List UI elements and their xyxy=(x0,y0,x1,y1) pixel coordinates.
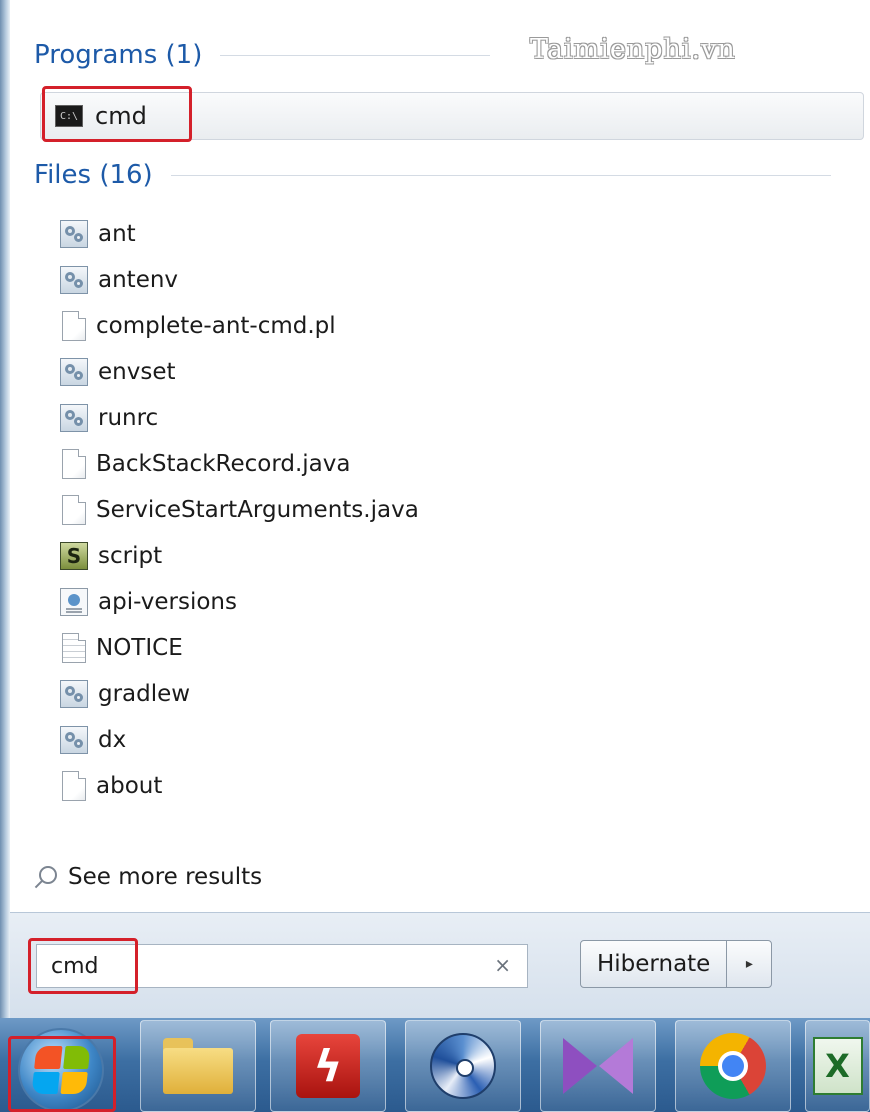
file-label: about xyxy=(96,773,163,799)
window-edge xyxy=(0,0,10,1018)
xml-file-icon xyxy=(60,588,88,616)
watermark-logo: Taimienphi.vn xyxy=(530,34,736,65)
programs-divider xyxy=(220,54,491,56)
file-result-script[interactable]: Sscript xyxy=(60,536,162,576)
file-label: BackStackRecord.java xyxy=(96,451,351,477)
folder-icon xyxy=(163,1038,233,1094)
file-label: gradlew xyxy=(98,681,191,707)
files-heading-label: Files (16) xyxy=(34,160,153,190)
power-options-arrow-icon[interactable]: ▸ xyxy=(727,941,771,987)
taskbar-button-excel[interactable]: X xyxy=(805,1020,870,1112)
highlight-search-input xyxy=(28,938,138,994)
programs-heading: Programs (1) xyxy=(34,40,491,70)
file-label: NOTICE xyxy=(96,635,183,661)
taskbar-button-visual-studio[interactable] xyxy=(540,1020,656,1112)
document-icon xyxy=(62,771,86,801)
file-label: runrc xyxy=(98,405,159,431)
file-result-backstackrecord[interactable]: BackStackRecord.java xyxy=(60,444,350,484)
flash-icon: ϟ xyxy=(296,1034,360,1098)
file-result-servicestartarguments[interactable]: ServiceStartArguments.java xyxy=(60,490,419,530)
chrome-icon xyxy=(700,1033,766,1099)
batch-file-icon xyxy=(60,220,88,248)
file-label: antenv xyxy=(98,267,179,293)
vs-icon xyxy=(563,1038,633,1094)
file-label: ant xyxy=(98,221,136,247)
file-result-antenv[interactable]: antenv xyxy=(60,260,178,300)
search-icon xyxy=(32,864,58,890)
hibernate-button[interactable]: Hibernate xyxy=(581,941,728,987)
file-result-about[interactable]: about xyxy=(60,766,162,806)
batch-file-icon xyxy=(60,358,88,386)
batch-file-icon xyxy=(60,680,88,708)
power-button-group: Hibernate ▸ xyxy=(580,940,773,988)
disc-icon xyxy=(430,1033,496,1099)
taskbar-button-media-player[interactable] xyxy=(405,1020,521,1112)
file-result-complete-ant-cmd[interactable]: complete-ant-cmd.pl xyxy=(60,306,336,346)
file-result-api-versions[interactable]: api-versions xyxy=(60,582,237,622)
file-label: script xyxy=(98,543,163,569)
excel-icon: X xyxy=(812,1037,863,1095)
batch-file-icon xyxy=(60,726,88,754)
script-file-icon: S xyxy=(60,542,88,570)
taskbar-button-chrome[interactable] xyxy=(675,1020,791,1112)
file-label: dx xyxy=(98,727,127,753)
file-result-ant[interactable]: ant xyxy=(60,214,136,254)
batch-file-icon xyxy=(60,404,88,432)
file-result-gradlew[interactable]: gradlew xyxy=(60,674,190,714)
file-result-runrc[interactable]: runrc xyxy=(60,398,158,438)
see-more-label: See more results xyxy=(68,864,263,890)
file-result-notice[interactable]: NOTICE xyxy=(60,628,183,668)
file-result-dx[interactable]: dx xyxy=(60,720,126,760)
file-label: envset xyxy=(98,359,176,385)
file-label: api-versions xyxy=(98,589,237,615)
document-icon xyxy=(62,311,86,341)
text-file-icon xyxy=(62,633,86,663)
programs-heading-label: Programs (1) xyxy=(34,40,203,70)
taskbar-button-flash[interactable]: ϟ xyxy=(270,1020,386,1112)
highlight-program-cmd xyxy=(42,86,192,142)
document-icon xyxy=(62,449,86,479)
clear-search-icon[interactable]: × xyxy=(494,953,511,977)
taskbar-button-explorer[interactable] xyxy=(140,1020,256,1112)
see-more-results-link[interactable]: See more results xyxy=(32,864,262,890)
files-divider xyxy=(170,174,831,176)
file-label: ServiceStartArguments.java xyxy=(96,497,419,523)
batch-file-icon xyxy=(60,266,88,294)
document-icon xyxy=(62,495,86,525)
file-result-envset[interactable]: envset xyxy=(60,352,176,392)
files-heading: Files (16) xyxy=(34,160,831,190)
file-label: complete-ant-cmd.pl xyxy=(96,313,336,339)
highlight-start-button xyxy=(8,1036,116,1112)
